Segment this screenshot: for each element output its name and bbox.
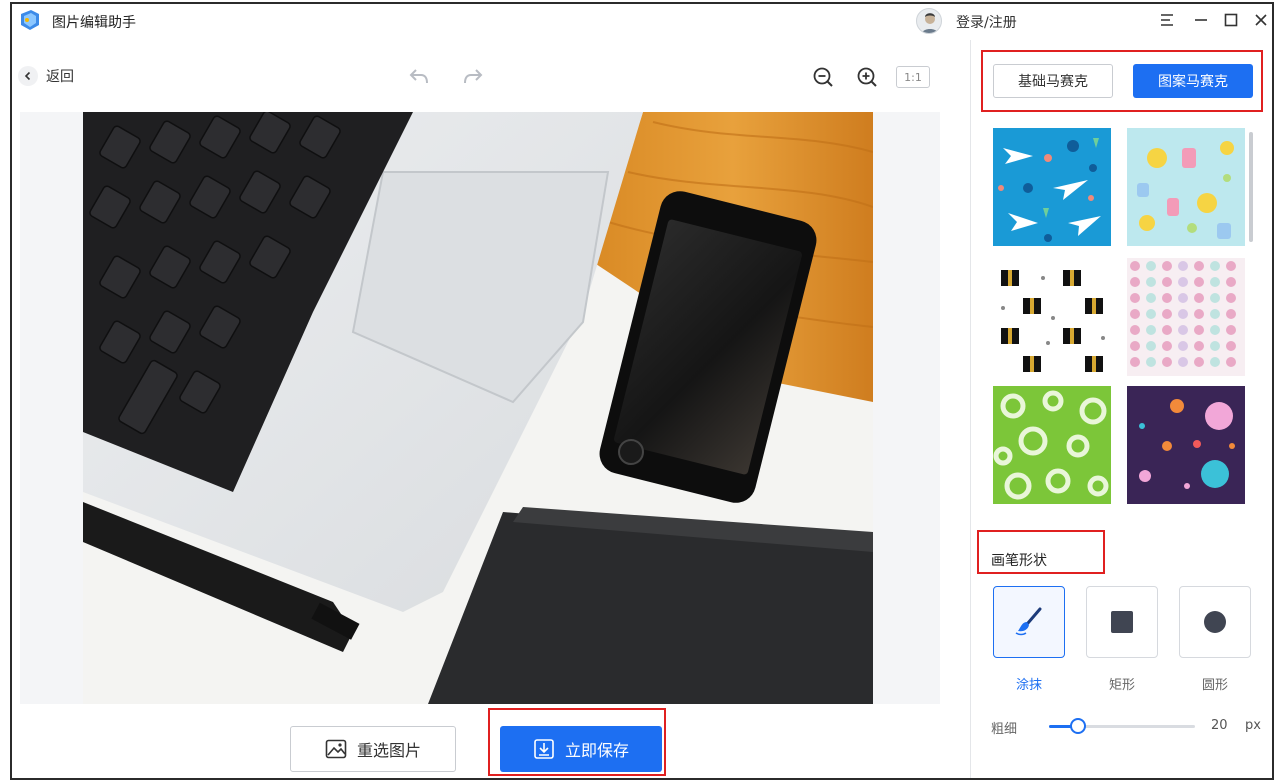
download-icon xyxy=(534,739,554,759)
tab-basic-mosaic[interactable]: 基础马赛克 xyxy=(993,64,1113,98)
redo-button[interactable] xyxy=(460,64,486,90)
minimize-icon xyxy=(1195,19,1207,21)
image-icon xyxy=(325,739,347,759)
undo-icon xyxy=(409,69,428,84)
zoom-out-button[interactable] xyxy=(810,64,836,90)
brush-size-label: 粗细 xyxy=(991,722,1018,737)
login-link[interactable]: 登录/注册 xyxy=(956,12,1017,32)
actual-size-button[interactable]: 1:1 xyxy=(896,66,930,88)
app-window: 图片编辑助手 登录/注册 返回 1:1 重选图片 立即保存 基础马赛克 图案马赛… xyxy=(10,2,1274,780)
close-icon xyxy=(1255,14,1267,26)
pattern-list xyxy=(993,128,1255,506)
minimize-button[interactable] xyxy=(1188,7,1214,33)
baby-ducks-pattern-icon xyxy=(1127,128,1245,246)
pattern-green-rings[interactable] xyxy=(993,386,1111,504)
shape-label-smear: 涂抹 xyxy=(1015,678,1042,693)
pattern-pastel-dots[interactable] xyxy=(1127,258,1245,376)
close-button[interactable] xyxy=(1248,7,1272,33)
pattern-sharks[interactable] xyxy=(993,128,1111,246)
back-button[interactable]: 返回 xyxy=(18,66,74,86)
pattern-gift-boxes[interactable] xyxy=(993,258,1111,376)
undo-button[interactable] xyxy=(406,64,432,90)
app-title: 图片编辑助手 xyxy=(52,15,136,31)
title-bar: 图片编辑助手 登录/注册 xyxy=(12,4,1272,38)
brush-size-unit: px xyxy=(1245,718,1261,733)
reselect-image-button[interactable]: 重选图片 xyxy=(290,726,456,772)
zoom-out-icon xyxy=(813,67,833,87)
edit-image[interactable] xyxy=(83,112,873,704)
back-label: 返回 xyxy=(46,69,74,85)
app-logo-icon xyxy=(18,8,42,32)
chevron-left-icon xyxy=(18,66,38,86)
square-icon xyxy=(1111,611,1133,633)
redo-icon xyxy=(464,69,483,84)
menu-button[interactable] xyxy=(1154,7,1180,33)
slider-handle[interactable] xyxy=(1070,718,1087,734)
zoom-in-icon xyxy=(857,67,877,87)
mosaic-panel: 基础马赛克 图案马赛克 画笔形状 涂抹 矩形 圆形 粗细 20 px xyxy=(971,40,1272,778)
save-button[interactable]: 立即保存 xyxy=(500,726,662,772)
maximize-button[interactable] xyxy=(1218,7,1244,33)
reselect-label: 重选图片 xyxy=(356,741,421,760)
brush-shape-smear[interactable] xyxy=(993,586,1065,658)
sharks-pattern-icon xyxy=(993,128,1111,246)
zoom-in-button[interactable] xyxy=(854,64,880,90)
brush-shape-title: 画笔形状 xyxy=(991,553,1047,569)
avatar[interactable] xyxy=(916,8,942,34)
green-rings-pattern-icon xyxy=(993,386,1111,504)
brush-icon xyxy=(1015,607,1042,636)
circle-icon xyxy=(1204,611,1226,633)
pattern-baby-ducks[interactable] xyxy=(1127,128,1245,246)
canvas-area xyxy=(20,112,940,704)
gift-boxes-pattern-icon xyxy=(993,258,1111,376)
brush-size-value: 20 xyxy=(1211,718,1228,733)
brush-shape-rectangle[interactable] xyxy=(1086,586,1158,658)
menu-icon xyxy=(1161,14,1173,26)
tab-pattern-mosaic[interactable]: 图案马赛克 xyxy=(1133,64,1253,98)
shape-label-circle: 圆形 xyxy=(1201,678,1228,693)
pattern-purple-bubbles[interactable] xyxy=(1127,386,1245,504)
pastel-dots-pattern-icon xyxy=(1127,258,1245,376)
pattern-scrollbar[interactable] xyxy=(1249,132,1253,242)
save-label: 立即保存 xyxy=(564,741,629,760)
maximize-icon xyxy=(1224,13,1238,27)
purple-bubbles-pattern-icon xyxy=(1127,386,1245,504)
brush-shape-circle[interactable] xyxy=(1179,586,1251,658)
shape-label-rectangle: 矩形 xyxy=(1108,678,1135,693)
